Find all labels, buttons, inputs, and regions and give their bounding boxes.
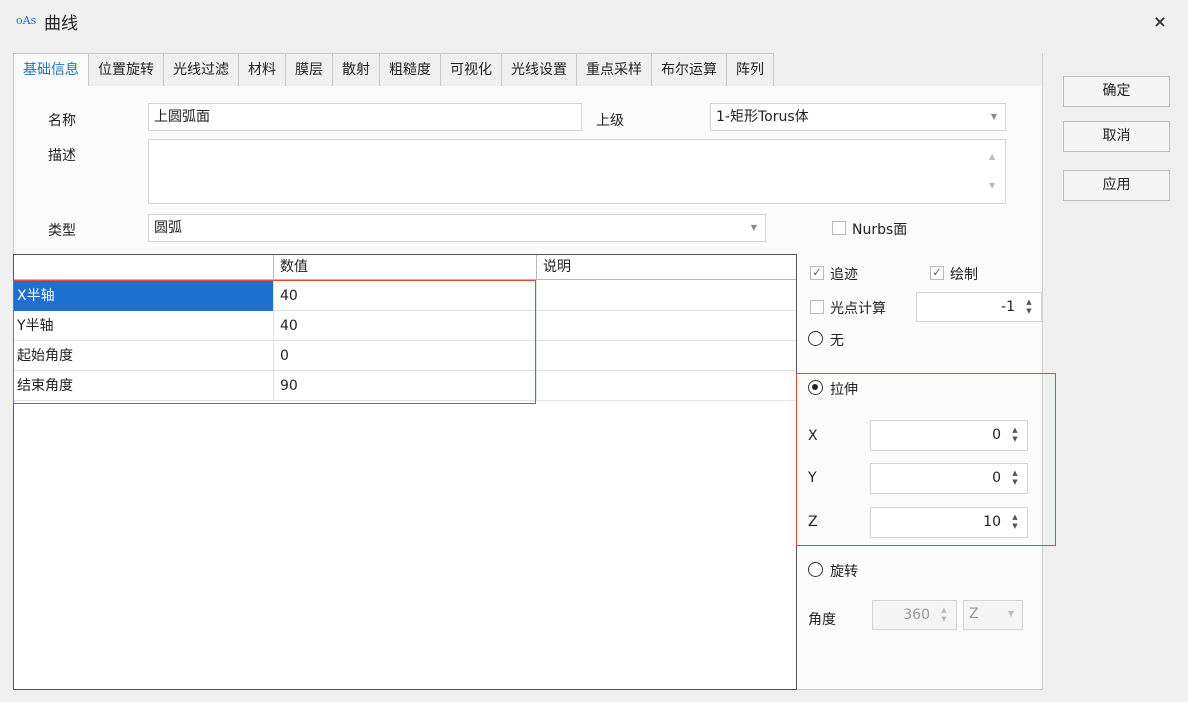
- row-name: 起始角度: [17, 348, 73, 364]
- spinner-arrows-icon[interactable]: ▲ ▼: [1010, 426, 1020, 444]
- x-label: X: [808, 428, 818, 444]
- angle-spinner[interactable]: 360 ▲ ▼: [872, 600, 957, 630]
- y-value: 0: [992, 470, 1001, 486]
- apply-button[interactable]: 应用: [1063, 170, 1170, 201]
- table-row[interactable]: X半轴 40: [14, 281, 796, 311]
- axis-select-value: Z: [969, 606, 979, 622]
- rotate-radio[interactable]: [808, 562, 823, 577]
- row-value[interactable]: 40: [273, 311, 536, 341]
- nurbs-checkbox[interactable]: [832, 221, 846, 235]
- type-label: 类型: [48, 223, 76, 239]
- none-label: 无: [830, 333, 844, 349]
- tab-ray-settings[interactable]: 光线设置: [501, 53, 576, 87]
- ok-button[interactable]: 确定: [1063, 76, 1170, 107]
- name-label: 名称: [48, 113, 76, 129]
- grid-header-value: 数值: [273, 255, 536, 280]
- row-desc: [536, 311, 796, 341]
- row-desc: [536, 371, 796, 401]
- nurbs-label: Nurbs面: [852, 222, 908, 238]
- type-select[interactable]: 圆弧 ▼: [148, 214, 766, 242]
- property-grid: 数值 说明 X半轴 40 Y半轴 40 起始角度 0 结束角度 90: [13, 254, 797, 690]
- close-icon[interactable]: ×: [1150, 12, 1170, 32]
- grid-header: 数值 说明: [14, 255, 796, 280]
- chevron-down-icon: ▼: [750, 223, 757, 232]
- spinner-arrows-icon[interactable]: ▲ ▼: [1024, 298, 1034, 316]
- row-value[interactable]: 90: [273, 371, 536, 401]
- row-name: Y半轴: [17, 318, 54, 334]
- draw-label: 绘制: [950, 267, 978, 283]
- row-name: X半轴: [14, 281, 273, 311]
- tab-boolean-ops[interactable]: 布尔运算: [651, 53, 726, 87]
- scroll-down-icon[interactable]: ▼: [989, 173, 995, 199]
- z-spinner[interactable]: 10 ▲ ▼: [870, 507, 1028, 538]
- tab-scatter[interactable]: 散射: [332, 53, 379, 87]
- tab-coating[interactable]: 膜层: [285, 53, 332, 87]
- spinner-arrows-icon[interactable]: ▲ ▼: [1010, 513, 1020, 531]
- tab-strip: 基础信息 位置旋转 光线过滤 材料 膜层 散射 粗糙度 可视化 光线设置 重点采…: [13, 53, 774, 87]
- rotate-label: 旋转: [830, 564, 858, 580]
- cancel-button[interactable]: 取消: [1063, 121, 1170, 152]
- table-row[interactable]: Y半轴 40: [14, 311, 796, 341]
- chevron-down-icon: ▼: [990, 112, 997, 121]
- z-label: Z: [808, 514, 818, 530]
- grid-header-desc: 说明: [536, 255, 796, 280]
- axis-select[interactable]: Z ▼: [963, 600, 1023, 630]
- parent-label: 上级: [596, 113, 624, 129]
- x-spinner[interactable]: 0 ▲ ▼: [870, 420, 1028, 451]
- table-row[interactable]: 起始角度 0: [14, 341, 796, 371]
- row-value[interactable]: 0: [273, 341, 536, 371]
- spot-calc-checkbox[interactable]: [810, 300, 824, 314]
- none-radio[interactable]: [808, 331, 823, 346]
- description-scrollbar[interactable]: ▲ ▼: [983, 140, 1005, 203]
- grid-header-name: [14, 255, 273, 280]
- z-value: 10: [983, 514, 1001, 530]
- row-desc: [536, 281, 796, 311]
- name-field[interactable]: 上圆弧面: [148, 103, 582, 131]
- table-row[interactable]: 结束角度 90: [14, 371, 796, 401]
- description-label: 描述: [48, 148, 76, 164]
- parent-select[interactable]: 1-矩形Torus体 ▼: [710, 103, 1006, 131]
- draw-checkbox[interactable]: ✓: [930, 266, 944, 280]
- tab-array[interactable]: 阵列: [726, 53, 774, 87]
- tab-ray-filter[interactable]: 光线过滤: [163, 53, 238, 87]
- x-value: 0: [992, 427, 1001, 443]
- y-label: Y: [808, 470, 817, 486]
- angle-value: 360: [903, 607, 930, 623]
- row-value[interactable]: 40: [273, 281, 536, 311]
- scroll-up-icon[interactable]: ▲: [989, 144, 995, 170]
- spinner-arrows-icon[interactable]: ▲ ▼: [939, 606, 949, 624]
- parent-select-value: 1-矩形Torus体: [716, 109, 809, 125]
- tab-strip-filler: [966, 53, 1042, 87]
- tab-material[interactable]: 材料: [238, 53, 285, 87]
- trace-checkbox[interactable]: ✓: [810, 266, 824, 280]
- description-field[interactable]: ▲ ▼: [148, 139, 1006, 204]
- spot-calc-spinner[interactable]: -1 ▲ ▼: [916, 292, 1042, 322]
- tab-roughness[interactable]: 粗糙度: [379, 53, 440, 87]
- angle-label: 角度: [808, 612, 836, 628]
- chevron-down-icon: ▼: [1007, 609, 1014, 618]
- tab-basic-info[interactable]: 基础信息: [13, 53, 88, 87]
- app-logo: oAs: [16, 14, 37, 27]
- window-title: 曲线: [44, 14, 78, 34]
- row-desc: [536, 341, 796, 371]
- title-bar: oAs 曲线 ×: [0, 0, 1188, 42]
- spot-calc-label: 光点计算: [830, 301, 886, 317]
- y-spinner[interactable]: 0 ▲ ▼: [870, 463, 1028, 494]
- trace-label: 追迹: [830, 267, 858, 283]
- extrude-radio[interactable]: [808, 380, 823, 395]
- tab-position-rotation[interactable]: 位置旋转: [88, 53, 163, 87]
- extrude-label: 拉伸: [830, 382, 858, 398]
- type-select-value: 圆弧: [154, 220, 182, 236]
- row-name: 结束角度: [17, 378, 73, 394]
- tab-visualization[interactable]: 可视化: [440, 53, 501, 87]
- spinner-arrows-icon[interactable]: ▲ ▼: [1010, 469, 1020, 487]
- tab-importance-sampling[interactable]: 重点采样: [576, 53, 651, 87]
- spot-calc-value: -1: [1001, 299, 1015, 315]
